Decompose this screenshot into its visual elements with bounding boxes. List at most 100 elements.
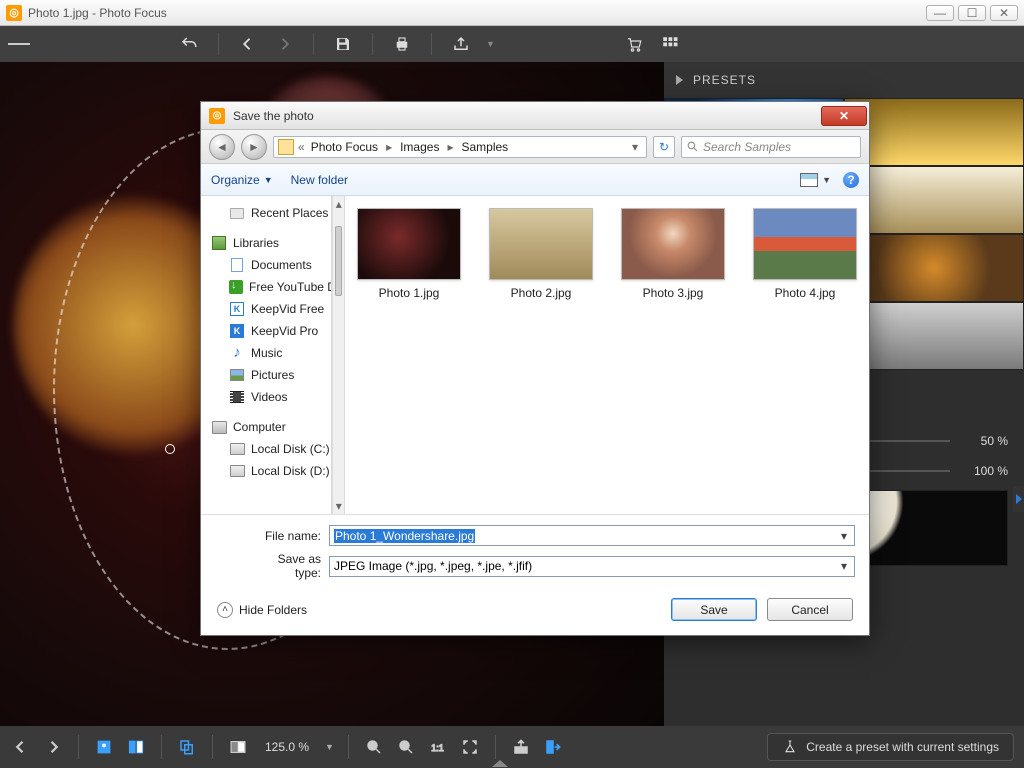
zoom-value: 125.0 % — [265, 740, 309, 754]
tree-pictures[interactable]: Pictures — [211, 364, 331, 386]
file-item[interactable]: Photo 2.jpg — [485, 208, 597, 300]
breadcrumb-item[interactable]: Images — [394, 140, 445, 154]
filename-value: Photo 1_Wondershare.jpg — [334, 529, 475, 543]
chevron-down-icon[interactable]: ▾ — [836, 559, 852, 574]
breadcrumb-dropdown-icon[interactable]: ▾ — [628, 140, 642, 154]
zoom-out-icon[interactable] — [363, 736, 385, 758]
zoom-in-icon[interactable] — [395, 736, 417, 758]
hide-folders-button[interactable]: ˄ Hide Folders — [217, 602, 307, 618]
breadcrumb-bar[interactable]: « Photo Focus ▸ Images ▸ Samples ▾ — [273, 136, 647, 158]
tree-disk-d[interactable]: Local Disk (D:) — [211, 460, 331, 482]
back-icon[interactable] — [237, 33, 259, 55]
dialog-bottom: ˄ Hide Folders Save Cancel — [201, 586, 869, 635]
copy-icon[interactable] — [176, 736, 198, 758]
compare-split-icon[interactable] — [125, 736, 147, 758]
create-preset-button[interactable]: Create a preset with current settings — [767, 733, 1014, 761]
cart-icon[interactable] — [623, 33, 645, 55]
tree-keepvid-pro[interactable]: KKeepVid Pro — [211, 320, 331, 342]
preset-thumb[interactable] — [844, 98, 1024, 166]
tree-free-youtube[interactable]: Free YouTube Down — [211, 276, 331, 298]
refresh-button[interactable]: ↻ — [653, 136, 675, 158]
prev-photo-icon[interactable] — [10, 736, 32, 758]
dialog-nav: ◄ ► « Photo Focus ▸ Images ▸ Samples ▾ ↻… — [201, 130, 869, 164]
dialog-title: Save the photo — [233, 109, 821, 123]
file-thumbnail — [357, 208, 461, 280]
dialog-close-button[interactable]: ✕ — [821, 106, 867, 126]
tree-computer[interactable]: Computer — [211, 416, 331, 438]
nav-forward-button[interactable]: ► — [241, 134, 267, 160]
export-right-icon[interactable] — [542, 736, 564, 758]
bottom-toolbar: 125.0 % ▼ 1:1 Create a preset with curre… — [0, 726, 1024, 768]
tree-documents[interactable]: Documents — [211, 254, 331, 276]
tree-recent-places[interactable]: Recent Places — [211, 202, 331, 224]
search-input[interactable]: Search Samples — [681, 136, 861, 158]
help-icon[interactable]: ? — [843, 172, 859, 188]
print-icon[interactable] — [391, 33, 413, 55]
focus-point-marker[interactable] — [165, 444, 175, 454]
view-menu[interactable]: ▼ — [800, 173, 831, 187]
tree-disk-c[interactable]: Local Disk (C:) — [211, 438, 331, 460]
close-button[interactable]: ✕ — [990, 5, 1018, 21]
save-icon[interactable] — [332, 33, 354, 55]
app-logo-icon: ◎ — [6, 5, 22, 21]
view-icon — [800, 173, 818, 187]
breadcrumb-item[interactable]: Samples — [455, 140, 514, 154]
next-photo-icon[interactable] — [42, 736, 64, 758]
slider-2-value: 100 % — [958, 464, 1008, 478]
frame-icon[interactable] — [227, 736, 249, 758]
share-icon[interactable] — [450, 33, 472, 55]
app-title: Photo 1.jpg - Photo Focus — [28, 6, 926, 20]
menu-icon[interactable] — [8, 33, 30, 55]
tree-videos[interactable]: Videos — [211, 386, 331, 408]
app-toolbar: ▼ — [0, 26, 1024, 62]
slider-1-value: 50 % — [958, 434, 1008, 448]
preset-thumb[interactable] — [844, 234, 1024, 302]
file-thumbnail — [753, 208, 857, 280]
fit-1to1-icon[interactable]: 1:1 — [427, 736, 449, 758]
tree-scrollbar[interactable]: ▴▾ — [332, 196, 345, 514]
new-folder-button[interactable]: New folder — [291, 173, 348, 187]
filename-input[interactable]: Photo 1_Wondershare.jpg ▾ — [329, 525, 855, 546]
file-name-label: Photo 2.jpg — [485, 286, 597, 300]
file-list[interactable]: Photo 1.jpg Photo 2.jpg Photo 3.jpg Phot… — [345, 196, 869, 514]
undo-icon[interactable] — [178, 33, 200, 55]
file-name-label: Photo 4.jpg — [749, 286, 861, 300]
dialog-titlebar: ◎ Save the photo ✕ — [201, 102, 869, 130]
tree-music[interactable]: ♪Music — [211, 342, 331, 364]
cancel-button[interactable]: Cancel — [767, 598, 853, 621]
grid-icon[interactable] — [659, 33, 681, 55]
dialog-logo-icon: ◎ — [209, 108, 225, 124]
zoom-dropdown-icon[interactable]: ▼ — [325, 742, 334, 752]
saveas-label: Save as type: — [251, 552, 329, 580]
minimize-button[interactable]: ― — [926, 5, 954, 21]
folder-tree: Recent Places Libraries Documents Free Y… — [201, 196, 332, 514]
chevron-down-icon[interactable]: ▾ — [836, 528, 852, 543]
tree-libraries[interactable]: Libraries — [211, 232, 331, 254]
file-item[interactable]: Photo 1.jpg — [353, 208, 465, 300]
bottom-panel-grip[interactable] — [480, 760, 520, 768]
organize-menu[interactable]: Organize▼ — [211, 173, 273, 187]
file-item[interactable]: Photo 4.jpg — [749, 208, 861, 300]
create-preset-label: Create a preset with current settings — [806, 740, 999, 754]
compare-single-icon[interactable] — [93, 736, 115, 758]
expand-icon — [676, 75, 683, 85]
forward-icon[interactable] — [273, 33, 295, 55]
file-item[interactable]: Photo 3.jpg — [617, 208, 729, 300]
dialog-fields: File name: Photo 1_Wondershare.jpg ▾ Sav… — [201, 514, 869, 586]
save-button[interactable]: Save — [671, 598, 757, 621]
search-placeholder: Search Samples — [703, 140, 791, 154]
export-up-icon[interactable] — [510, 736, 532, 758]
preset-thumb[interactable] — [844, 166, 1024, 234]
panel-collapse-tab[interactable] — [1013, 486, 1024, 512]
nav-back-button[interactable]: ◄ — [209, 134, 235, 160]
preset-thumb[interactable] — [844, 302, 1024, 370]
chevron-right-icon: ▸ — [445, 140, 455, 154]
saveas-select[interactable]: JPEG Image (*.jpg, *.jpeg, *.jpe, *.jfif… — [329, 556, 855, 577]
breadcrumb-item[interactable]: Photo Focus — [305, 140, 384, 154]
tree-keepvid-free[interactable]: KKeepVid Free — [211, 298, 331, 320]
presets-header[interactable]: PRESETS — [664, 62, 1024, 98]
maximize-button[interactable]: ☐ — [958, 5, 986, 21]
file-thumbnail — [489, 208, 593, 280]
fit-screen-icon[interactable] — [459, 736, 481, 758]
file-name-label: Photo 3.jpg — [617, 286, 729, 300]
